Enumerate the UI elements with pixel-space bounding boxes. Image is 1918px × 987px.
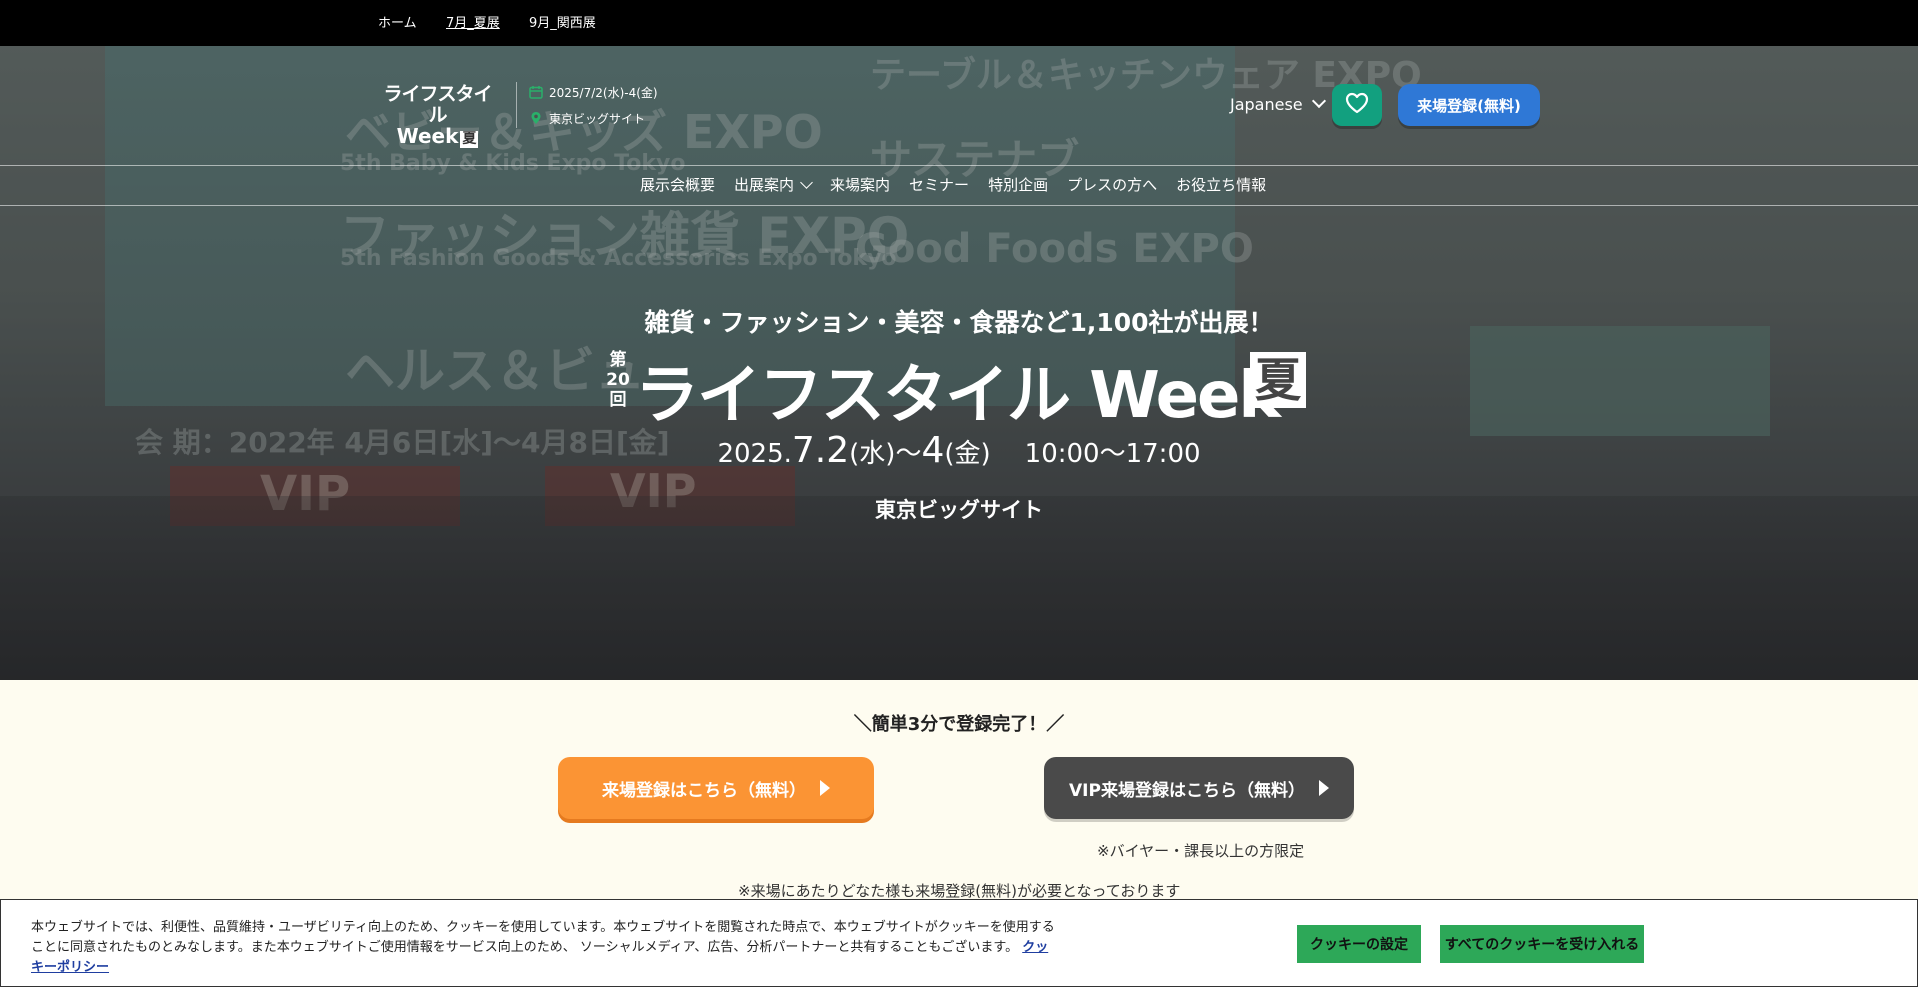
topnav-home-link[interactable]: ホーム bbox=[378, 12, 417, 31]
heart-icon bbox=[1345, 92, 1369, 118]
top-bar: ホーム 7月_夏展 9月_関西展 bbox=[0, 0, 1918, 46]
nav-bottom-line bbox=[0, 205, 1918, 206]
chevron-down-icon bbox=[1311, 93, 1326, 109]
accept-all-cookies-button[interactable]: すべてのクッキーを受け入れる bbox=[1440, 925, 1644, 963]
calendar-icon bbox=[529, 85, 543, 99]
event-date: 2025/7/2(水)-4(金) bbox=[529, 84, 658, 101]
hero-tagline: 雑貨・ファッション・美容・食器など1,100社が出展！ bbox=[644, 308, 1274, 337]
cookie-message: 本ウェブサイトでは、利便性、品質維持・ユーザビリティ向上のため、クッキーを使用し… bbox=[31, 920, 1055, 955]
logo-line2: Week bbox=[396, 124, 459, 148]
site-logo[interactable]: ライフスタイル Week 夏 bbox=[375, 84, 500, 148]
cookie-text: 本ウェブサイトでは、利便性、品質維持・ユーザビリティ向上のため、クッキーを使用し… bbox=[31, 918, 1061, 978]
nav-item-special[interactable]: 特別企画 bbox=[988, 174, 1048, 195]
hero-dow-start: (水) bbox=[849, 439, 896, 469]
edition-part: 第 bbox=[609, 350, 627, 370]
chevron-down-icon bbox=[800, 176, 813, 189]
nav-item-info[interactable]: お役立ち情報 bbox=[1176, 174, 1266, 195]
language-label: Japanese bbox=[1230, 95, 1303, 114]
topnav-kansai-link[interactable]: 9月_関西展 bbox=[529, 12, 596, 31]
required-note: ※来場にあたりどなた様も来場登録(無料)が必要となっております bbox=[738, 882, 1181, 900]
event-date-text: 2025/7/2(水)-4(金) bbox=[549, 86, 658, 100]
nav-item-seminar[interactable]: セミナー bbox=[909, 174, 969, 195]
nav-item-press[interactable]: プレスの方へ bbox=[1067, 174, 1157, 195]
hero-title-badge: 夏 bbox=[1250, 352, 1306, 408]
play-arrow-icon bbox=[1318, 780, 1329, 796]
register-button[interactable]: 来場登録(無料) bbox=[1398, 84, 1540, 126]
nav-item-exhibit[interactable]: 出展案内 bbox=[734, 174, 813, 195]
vip-register-button[interactable]: VIP来場登録はこちら（無料） bbox=[1044, 757, 1354, 819]
favorite-button[interactable] bbox=[1332, 84, 1382, 126]
vip-register-label: VIP来場登録はこちら（無料） bbox=[1069, 780, 1305, 801]
general-register-label: 来場登録はこちら（無料） bbox=[602, 780, 806, 801]
event-venue-text: 東京ビッグサイト bbox=[549, 112, 646, 126]
hero-tilde: 〜 bbox=[895, 439, 922, 469]
edition-part: 回 bbox=[609, 390, 627, 410]
hero-hours: 10:00〜17:00 bbox=[1024, 439, 1201, 469]
cookie-settings-button[interactable]: クッキーの設定 bbox=[1297, 925, 1421, 963]
logo-badge: 夏 bbox=[460, 131, 479, 148]
general-register-button[interactable]: 来場登録はこちら（無料） bbox=[558, 757, 874, 819]
logo-line1: ライフスタイル bbox=[383, 83, 492, 126]
hero-title-text: ライフスタイル Week bbox=[635, 359, 1281, 433]
nav-item-visit[interactable]: 来場案内 bbox=[830, 174, 890, 195]
registration-headline: ＼簡単3分で登録完了！／ bbox=[853, 714, 1065, 735]
hero-edition: 第 20 回 bbox=[605, 350, 631, 410]
hero-date-end: 4 bbox=[921, 430, 945, 471]
edition-part: 20 bbox=[606, 370, 630, 390]
event-venue: 東京ビッグサイト bbox=[529, 110, 645, 127]
hero-year: 2025. bbox=[717, 439, 792, 469]
cookie-banner: 本ウェブサイトでは、利便性、品質維持・ユーザビリティ向上のため、クッキーを使用し… bbox=[0, 899, 1918, 987]
location-pin-icon bbox=[529, 111, 543, 125]
nav-item-overview[interactable]: 展示会概要 bbox=[640, 174, 715, 195]
language-selector[interactable]: Japanese bbox=[1230, 93, 1326, 114]
hero-dow-end: (金) bbox=[944, 439, 991, 469]
nav-top-line bbox=[0, 165, 1918, 166]
vip-note: ※バイヤー・課長以上の方限定 bbox=[1097, 842, 1305, 860]
hero-venue: 東京ビッグサイト bbox=[875, 498, 1043, 522]
main-nav: 展示会概要 出展案内 来場案内 セミナー 特別企画 プレスの方へ お役立ち情報 bbox=[640, 174, 1266, 195]
topnav-summer-link[interactable]: 7月_夏展 bbox=[446, 12, 500, 31]
nav-item-label: 出展案内 bbox=[734, 176, 795, 194]
hero-date-start: 7.2 bbox=[791, 430, 850, 471]
play-arrow-icon bbox=[820, 780, 830, 796]
header-divider bbox=[516, 82, 517, 128]
hero-dates: 2025.7.2(水)〜4(金) 10:00〜17:00 bbox=[0, 430, 1918, 471]
